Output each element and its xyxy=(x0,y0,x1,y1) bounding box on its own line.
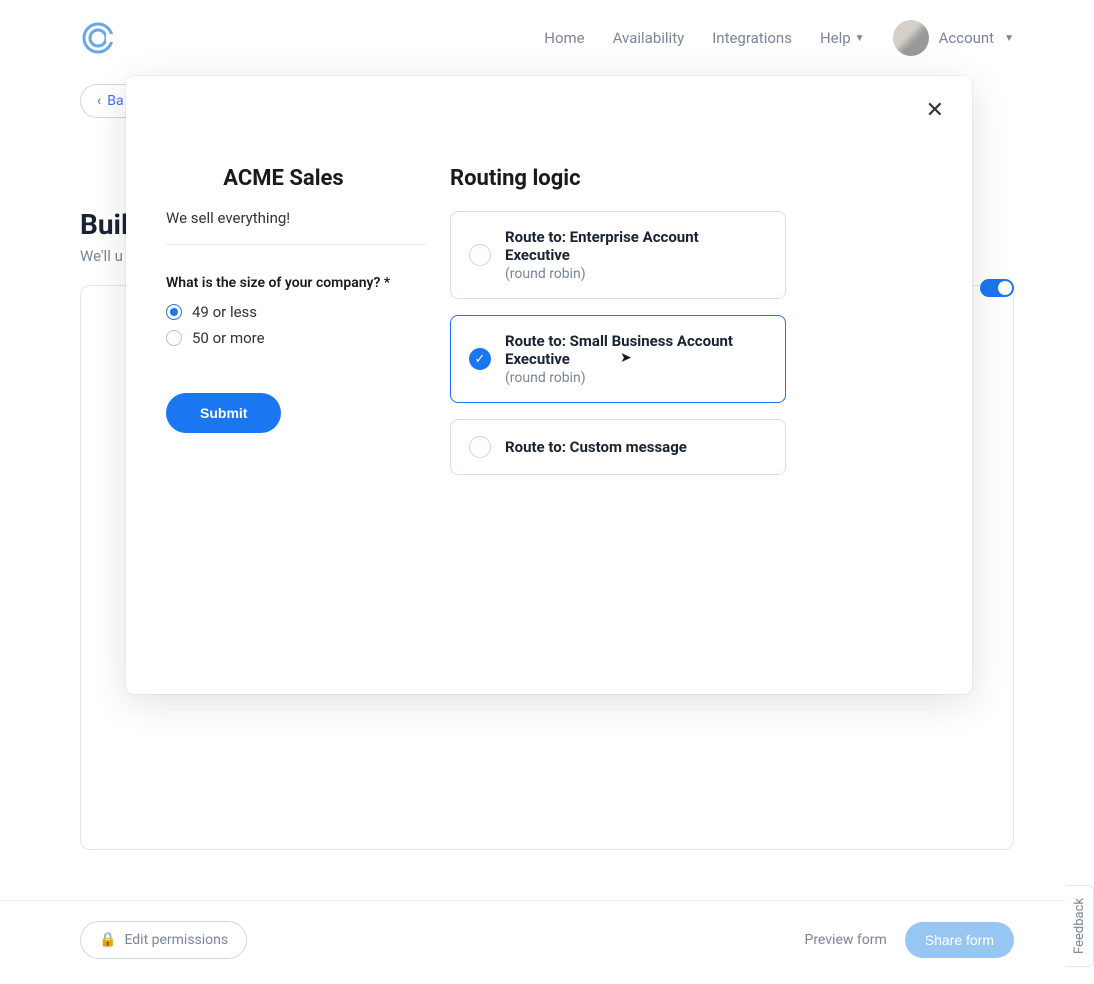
radio-label: 49 or less xyxy=(192,303,257,321)
share-form-button[interactable]: Share form xyxy=(905,922,1014,958)
submit-button[interactable]: Submit xyxy=(166,393,281,433)
nav-availability[interactable]: Availability xyxy=(613,29,685,47)
back-label: Ba xyxy=(107,93,123,109)
routing-title: Routing logic xyxy=(450,166,932,191)
route-text: Route to: Small Business Account Executi… xyxy=(505,332,767,386)
nav-help-label: Help xyxy=(820,29,851,47)
app-header: Home Availability Integrations Help ▼ Ac… xyxy=(0,0,1094,76)
main-nav: Home Availability Integrations Help ▼ Ac… xyxy=(544,20,1014,56)
radio-icon xyxy=(469,244,491,266)
route-sublabel: (round robin) xyxy=(505,370,767,386)
logo xyxy=(80,20,116,56)
edit-permissions-label: Edit permissions xyxy=(124,932,228,948)
form-title: ACME Sales xyxy=(166,166,401,191)
close-button[interactable]: ✕ xyxy=(926,98,944,123)
route-label: Route to: Enterprise Account Executive xyxy=(505,228,767,264)
feedback-tab[interactable]: Feedback xyxy=(1066,885,1094,967)
toggle-switch[interactable] xyxy=(980,279,1014,297)
close-icon: ✕ xyxy=(926,98,944,123)
nav-help[interactable]: Help ▼ xyxy=(820,29,865,47)
route-text: Route to: Enterprise Account Executive (… xyxy=(505,228,767,282)
radio-option-49-or-less[interactable]: 49 or less xyxy=(166,303,401,321)
footer: 🔒 Edit permissions Preview form Share fo… xyxy=(0,900,1094,959)
lock-icon: 🔒 xyxy=(99,932,116,948)
edit-permissions-button[interactable]: 🔒 Edit permissions xyxy=(80,921,247,959)
divider xyxy=(166,244,426,245)
preview-form-button[interactable]: Preview form xyxy=(804,932,886,948)
footer-right: Preview form Share form xyxy=(804,922,1014,958)
form-subtitle: We sell everything! xyxy=(166,209,401,227)
modal-right-panel: Routing logic Route to: Enterprise Accou… xyxy=(426,76,972,694)
route-text: Route to: Custom message xyxy=(505,438,687,456)
chevron-left-icon: ‹ xyxy=(97,93,101,109)
radio-icon xyxy=(469,436,491,458)
route-label: Route to: Small Business Account Executi… xyxy=(505,332,767,368)
route-label: Route to: Custom message xyxy=(505,438,687,456)
route-option-enterprise[interactable]: Route to: Enterprise Account Executive (… xyxy=(450,211,786,299)
chevron-down-icon: ▼ xyxy=(855,33,865,44)
check-icon: ✓ xyxy=(469,348,491,370)
chevron-down-icon: ▼ xyxy=(1004,33,1014,44)
route-option-custom-message[interactable]: Route to: Custom message xyxy=(450,419,786,475)
nav-account-label: Account xyxy=(939,29,995,47)
routing-modal: ✕ ACME Sales We sell everything! What is… xyxy=(126,76,972,694)
avatar xyxy=(893,20,929,56)
nav-home[interactable]: Home xyxy=(544,29,584,47)
radio-icon xyxy=(166,330,182,346)
account-group[interactable]: Account ▼ xyxy=(893,20,1014,56)
nav-integrations[interactable]: Integrations xyxy=(712,29,792,47)
route-option-small-business[interactable]: ✓ Route to: Small Business Account Execu… xyxy=(450,315,786,403)
radio-label: 50 or more xyxy=(192,329,265,347)
modal-left-panel: ACME Sales We sell everything! What is t… xyxy=(126,76,426,694)
route-sublabel: (round robin) xyxy=(505,266,767,282)
question-label: What is the size of your company? * xyxy=(166,275,401,291)
radio-icon xyxy=(166,304,182,320)
radio-option-50-or-more[interactable]: 50 or more xyxy=(166,329,401,347)
